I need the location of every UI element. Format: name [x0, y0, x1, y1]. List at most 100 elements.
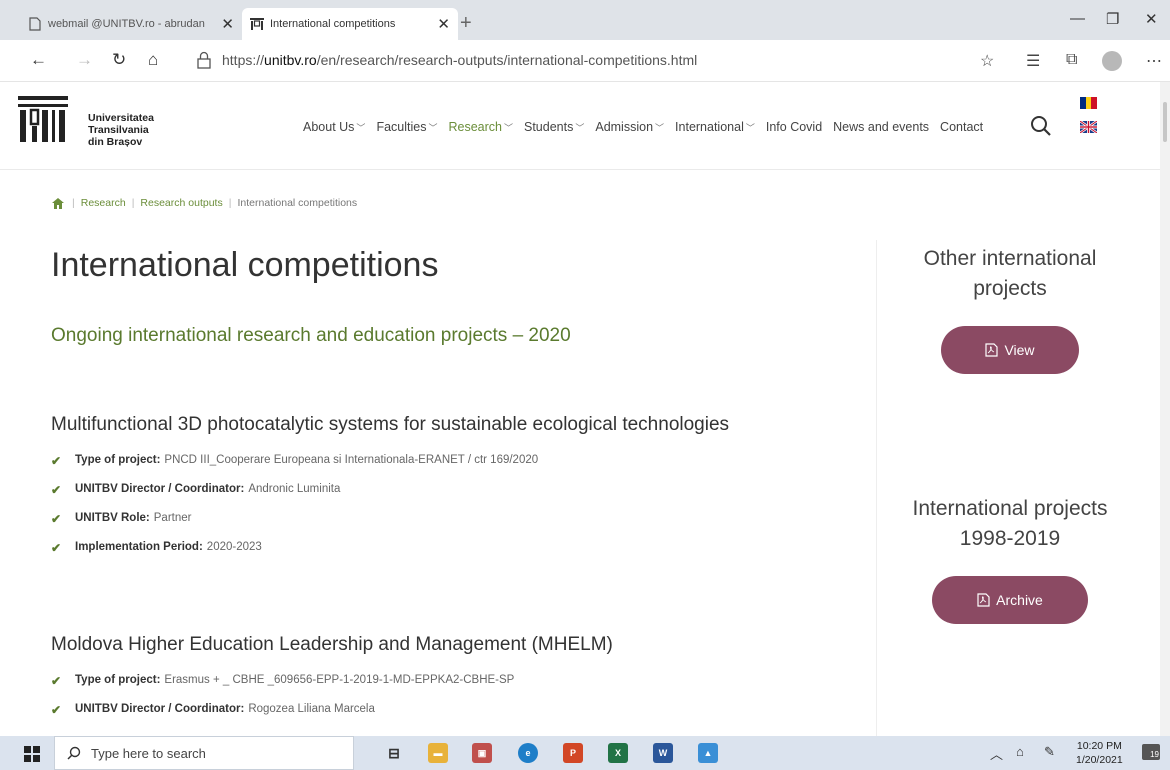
- list-item: ✔ Type of project: Erasmus + _ CBHE _60965…: [51, 674, 515, 688]
- scrollbar-thumb[interactable]: [1163, 102, 1167, 142]
- checkmark-icon: ✔: [51, 454, 62, 468]
- list-item: ✔ Implementation Period: 2020-2023: [51, 541, 262, 555]
- project-title: Multifunctional 3D photocatalytic system…: [51, 414, 730, 435]
- list-item: ✔ UNITBV Director / Coordinator: Andronic …: [51, 483, 341, 497]
- unitbv-logo[interactable]: [18, 96, 68, 144]
- sidebar: Other international projects View Intern…: [876, 240, 1142, 740]
- breadcrumb-current: International competitions: [237, 197, 358, 209]
- star-icon[interactable]: ☆: [980, 51, 994, 71]
- site-header: Universitatea Transilvania din Brașov Ab…: [0, 82, 1170, 170]
- checkmark-icon: ✔: [51, 703, 62, 717]
- more-icon[interactable]: ⋯: [1146, 51, 1162, 71]
- task-view-icon[interactable]: ⊟: [384, 743, 404, 763]
- archive-button[interactable]: Archive: [932, 576, 1088, 624]
- store-icon[interactable]: ▣: [472, 743, 492, 763]
- pdf-icon: [977, 593, 990, 607]
- powerpoint-icon[interactable]: P: [563, 743, 583, 763]
- menu-info-covid[interactable]: Info Covid: [766, 120, 822, 134]
- unitbv-favicon-icon: [250, 18, 264, 30]
- view-button[interactable]: View: [941, 326, 1079, 374]
- url-path: /en/research/research-outputs/internatio…: [316, 52, 698, 68]
- menu-about-us[interactable]: About Us ﹀: [303, 120, 365, 134]
- pen-icon[interactable]: ✎: [1044, 744, 1055, 760]
- chevron-down-icon: ﹀: [655, 123, 665, 133]
- photos-icon[interactable]: ▲: [698, 743, 718, 763]
- project-title: Moldova Higher Education Leadership and …: [51, 634, 613, 655]
- tab-international-competitions[interactable]: International competitions ✕: [242, 8, 458, 40]
- project-details: ✔ Type of project: PNCD III_Cooperare Euro…: [51, 454, 729, 570]
- menu-research[interactable]: Research ﹀: [448, 120, 513, 134]
- chevron-up-icon[interactable]: ︿: [990, 744, 1003, 763]
- taskbar-search-input[interactable]: Type here to search: [54, 736, 354, 770]
- favorites-icon[interactable]: ☰: [1026, 51, 1040, 71]
- word-icon[interactable]: W: [653, 743, 673, 763]
- list-item: ✔ UNITBV Role: Partner: [51, 512, 192, 526]
- project-item: Multifunctional 3D photocatalytic system…: [51, 414, 729, 570]
- tab-label: International competitions: [270, 18, 396, 30]
- pdf-icon: [985, 343, 999, 357]
- edge-icon[interactable]: e: [518, 743, 538, 763]
- address-bar[interactable]: https://unitbv.ro/en/research/research-o…: [222, 52, 697, 68]
- section-subtitle: Ongoing international research and educa…: [51, 325, 571, 346]
- new-tab-button[interactable]: +: [460, 12, 472, 35]
- notification-center-icon[interactable]: 19: [1142, 744, 1160, 760]
- windows-start-icon[interactable]: [24, 746, 40, 762]
- close-icon[interactable]: ✕: [221, 15, 234, 33]
- collections-icon[interactable]: ⧉: [1066, 51, 1077, 69]
- list-item: ✔ Type of project: PNCD III_Cooperare Euro…: [51, 454, 539, 468]
- menu-international[interactable]: International ﹀: [675, 120, 755, 134]
- page-icon: [29, 17, 41, 31]
- minimize-icon[interactable]: —: [1070, 10, 1085, 27]
- restore-icon[interactable]: ❐: [1106, 10, 1119, 28]
- chevron-down-icon: ﹀: [745, 123, 755, 133]
- romanian-flag-icon[interactable]: [1080, 97, 1098, 109]
- breadcrumb-research-outputs[interactable]: Research outputs: [140, 197, 222, 209]
- menu-faculties[interactable]: Faculties ﹀: [376, 120, 437, 134]
- profile-avatar[interactable]: [1102, 51, 1122, 71]
- archive-projects-block: International projects 1998-2019 Archive: [877, 494, 1143, 624]
- excel-icon[interactable]: X: [608, 743, 628, 763]
- forward-icon[interactable]: →: [76, 50, 93, 70]
- chevron-down-icon: ﹀: [503, 123, 513, 133]
- main-menu: About Us ﹀ Faculties ﹀ Research ﹀ Students ﹀…: [303, 120, 994, 134]
- file-explorer-icon[interactable]: ▬: [428, 743, 448, 763]
- window-close-icon[interactable]: ✕: [1145, 10, 1158, 28]
- system-clock[interactable]: 10:20 PM 1/20/2021: [1076, 739, 1123, 767]
- search-icon[interactable]: [1030, 115, 1052, 137]
- lock-icon[interactable]: [196, 51, 212, 69]
- menu-news-and-events[interactable]: News and events: [833, 120, 929, 134]
- sidebar-title: International projects 1998-2019: [912, 497, 1108, 550]
- breadcrumb-research[interactable]: Research: [81, 197, 126, 209]
- university-name[interactable]: Universitatea Transilvania din Brașov: [88, 112, 154, 148]
- chevron-down-icon: ﹀: [428, 123, 438, 133]
- refresh-icon[interactable]: ↻: [112, 50, 126, 70]
- other-projects-block: Other international projects View: [877, 244, 1143, 374]
- checkmark-icon: ✔: [51, 541, 62, 555]
- page-title: International competitions: [51, 246, 439, 284]
- network-icon[interactable]: ⌂: [1016, 744, 1024, 759]
- checkmark-icon: ✔: [51, 483, 62, 497]
- tab-webmail[interactable]: webmail @UNITBV.ro - abrudan ✕: [20, 8, 242, 40]
- list-item: ✔ UNITBV Director / Coordinator: Rogozea L…: [51, 703, 375, 717]
- chevron-down-icon: ﹀: [575, 123, 585, 133]
- project-details: ✔ Type of project: Erasmus + _ CBHE _60965…: [51, 674, 613, 732]
- back-icon[interactable]: ←: [30, 50, 47, 70]
- search-icon: [67, 746, 81, 760]
- close-icon[interactable]: ✕: [437, 15, 450, 33]
- english-flag-icon[interactable]: [1080, 121, 1097, 133]
- checkmark-icon: ✔: [51, 512, 62, 526]
- home-icon[interactable]: [52, 197, 64, 209]
- url-prefix: https://: [222, 52, 265, 68]
- breadcrumb: | Research | Research outputs | Internat…: [52, 197, 357, 209]
- project-item: Moldova Higher Education Leadership and …: [51, 634, 613, 732]
- tab-label: webmail @UNITBV.ro - abrudan: [48, 18, 205, 30]
- vertical-scrollbar[interactable]: [1160, 82, 1170, 736]
- menu-admission[interactable]: Admission ﹀: [595, 120, 664, 134]
- menu-students[interactable]: Students ﹀: [524, 120, 584, 134]
- browser-toolbar: ← → ↻ ⌂ https://unitbv.ro/en/research/re…: [0, 40, 1170, 82]
- chevron-down-icon: ﹀: [356, 123, 366, 133]
- menu-contact[interactable]: Contact: [940, 120, 983, 134]
- home-icon[interactable]: ⌂: [148, 50, 158, 70]
- windows-taskbar: Type here to search ⊟ ▬ ▣ e P X W ▲ ︿ ⌂ …: [0, 736, 1170, 770]
- checkmark-icon: ✔: [51, 674, 62, 688]
